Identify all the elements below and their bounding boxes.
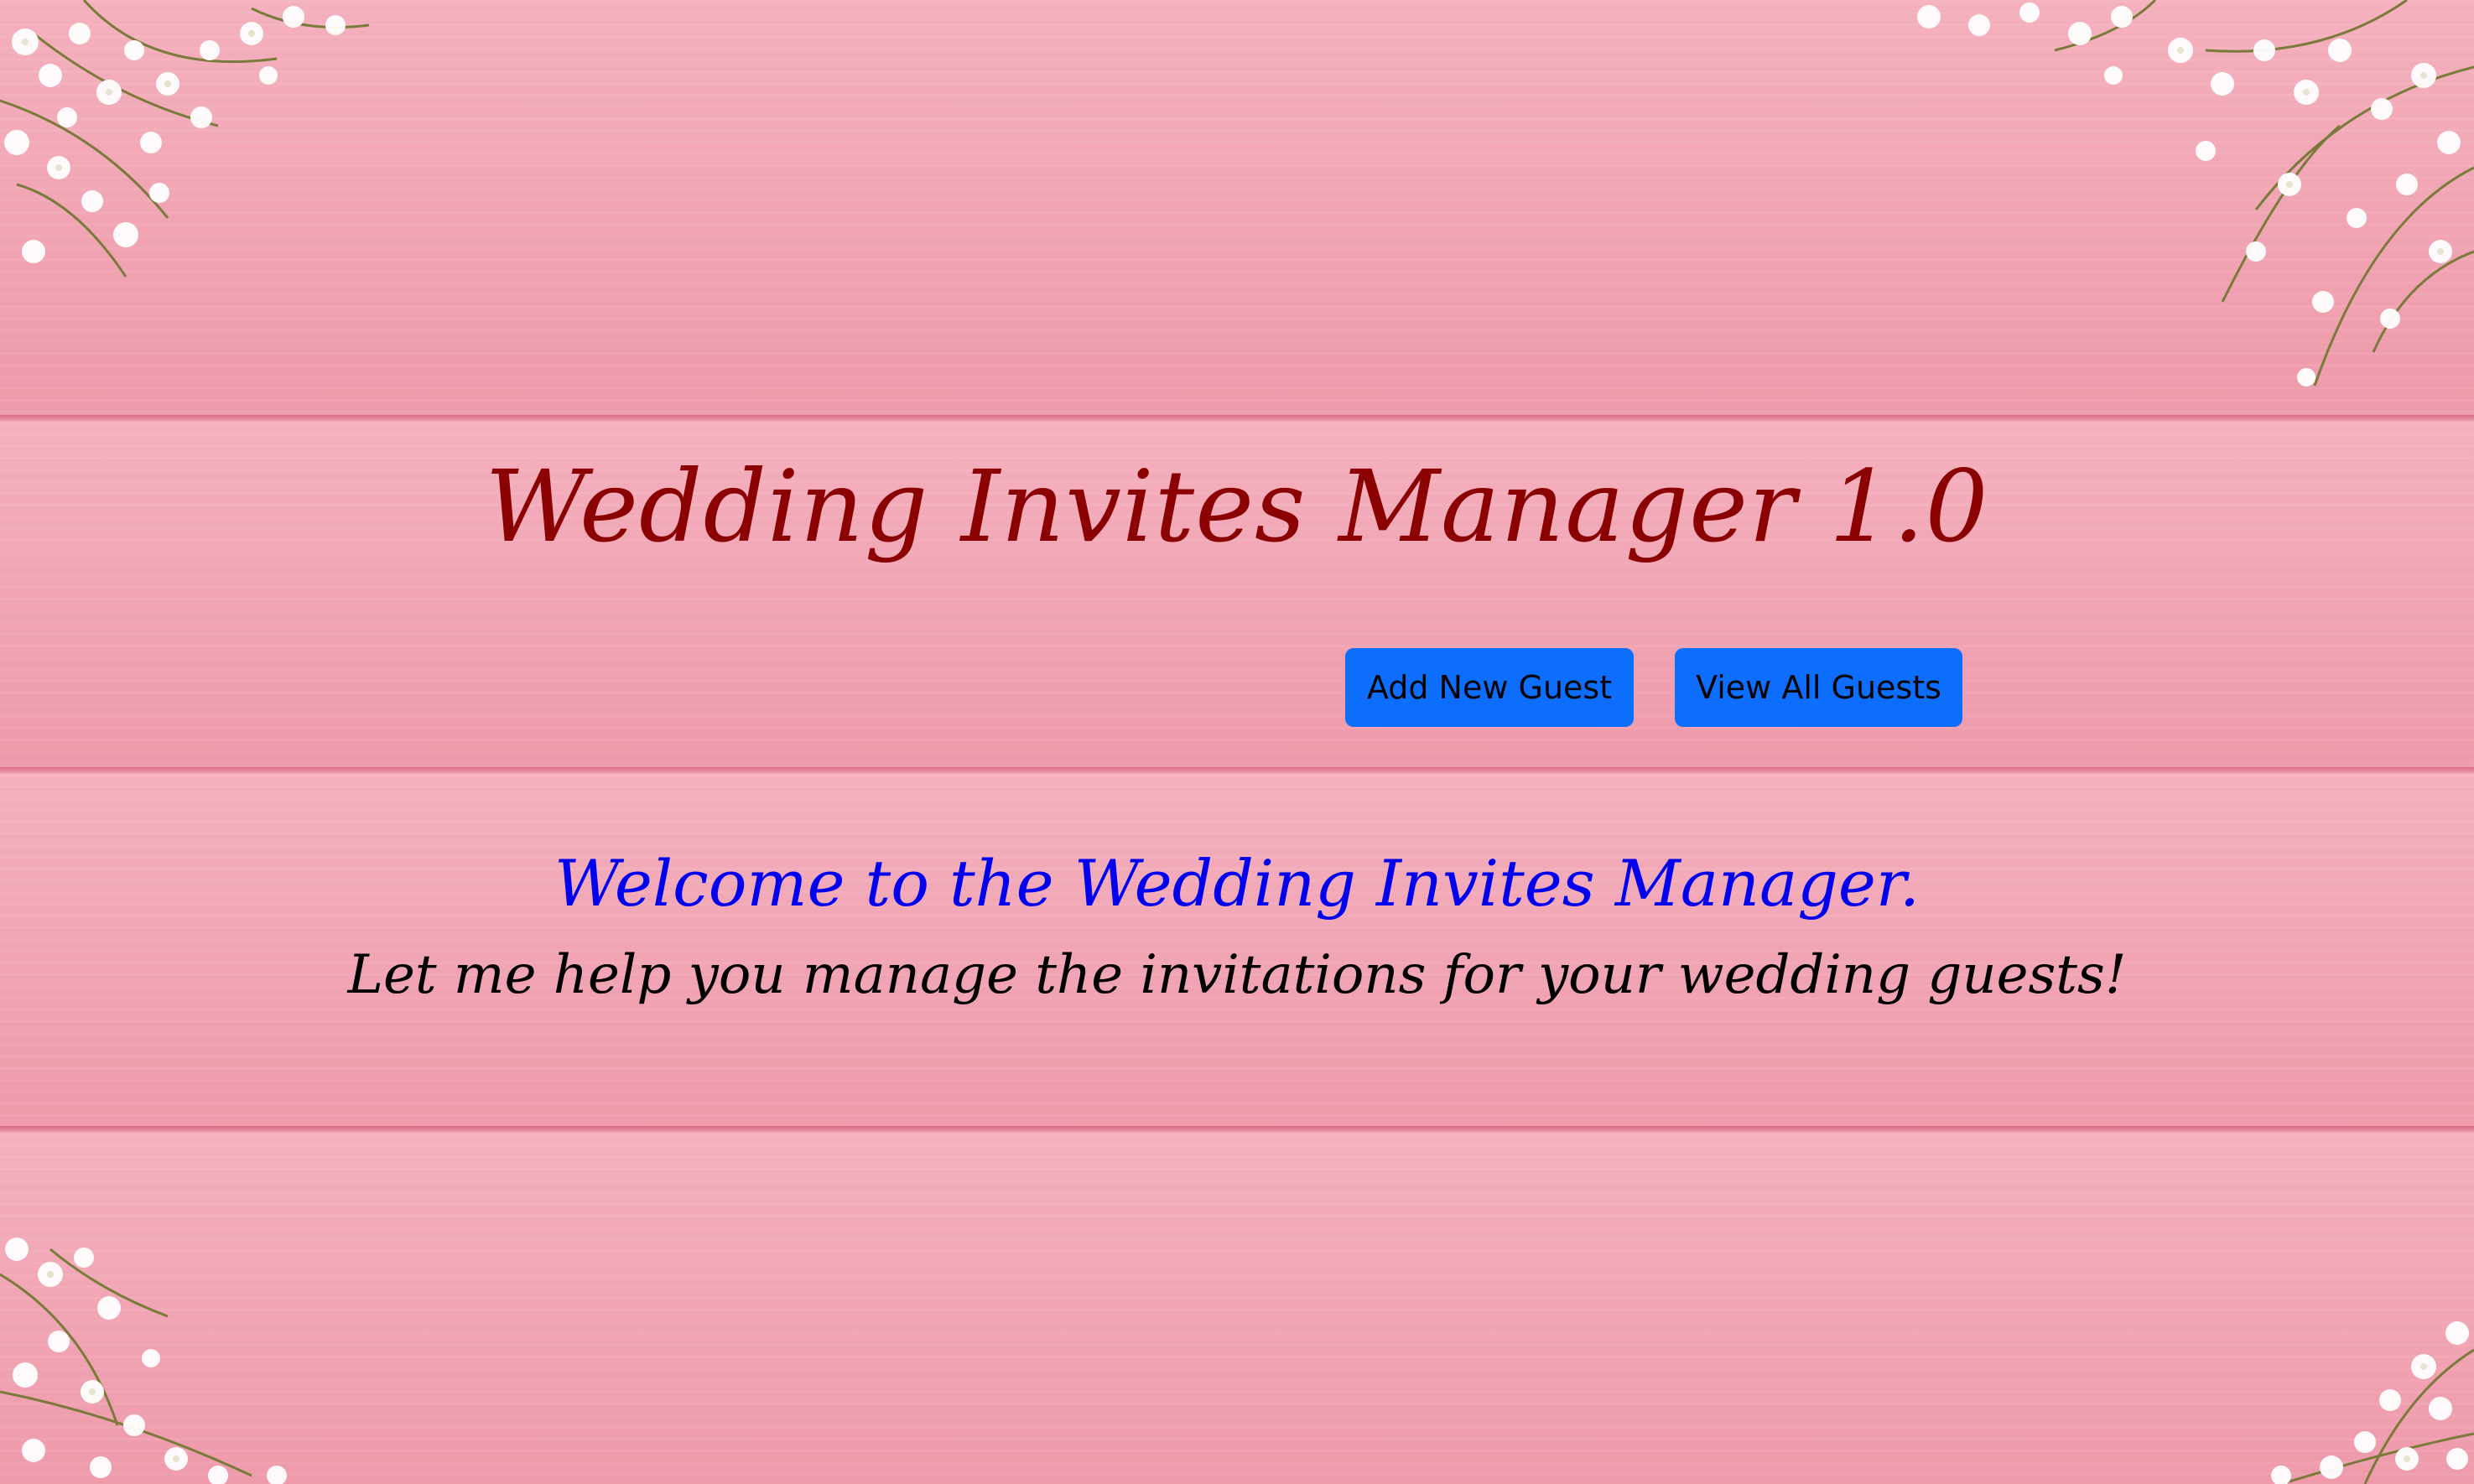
flowers-bottom-left-icon [0,1238,287,1484]
wood-plank [0,1133,2474,1484]
flowers-bottom-right-icon [2271,1321,2474,1484]
welcome-heading: Welcome to the Wedding Invites Manager. [554,846,1920,921]
view-all-guests-button[interactable]: View All Guests [1675,648,1962,727]
app-title: Wedding Invites Manager 1.0 [485,449,1989,564]
flowers-top-left-icon [0,0,370,278]
add-new-guest-button[interactable]: Add New Guest [1345,648,1634,727]
background-wood-planks [0,0,2474,1484]
plank-seam [0,1126,2474,1133]
welcome-subtitle: Let me help you manage the invitations f… [347,944,2127,1006]
plank-seam [0,767,2474,774]
plank-seam [0,415,2474,422]
flowers-top-right-icon [1917,0,2474,387]
